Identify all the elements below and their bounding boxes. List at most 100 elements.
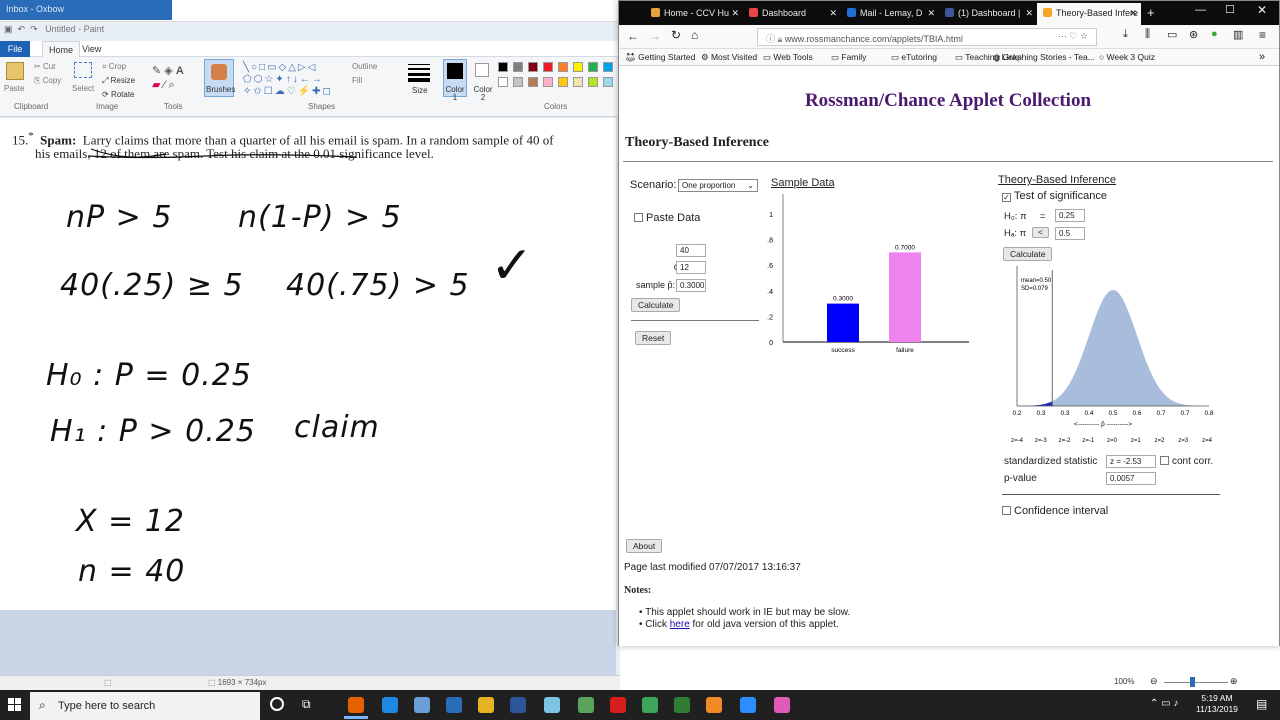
- bookmark-item[interactable]: ▭ eTutoring: [891, 52, 937, 63]
- task-view-icon[interactable]: ⧉: [302, 697, 311, 712]
- picker-icon[interactable]: ⁄: [164, 79, 166, 91]
- bookmarks-overflow-icon[interactable]: »: [1259, 51, 1265, 63]
- bookmark-item[interactable]: ▭ Web Tools: [763, 52, 813, 63]
- store-icon[interactable]: [446, 697, 462, 713]
- paint-canvas[interactable]: 15.* Spam: Larry claims that more than a…: [0, 118, 616, 610]
- home-icon[interactable]: ⌂: [691, 28, 698, 42]
- ha-operator-select[interactable]: <: [1032, 227, 1049, 238]
- tab-close-icon[interactable]: ✕: [927, 8, 935, 19]
- paste-data-toggle[interactable]: Paste Data: [634, 212, 700, 224]
- palette-color-1[interactable]: [513, 62, 523, 72]
- palette-color-13[interactable]: [573, 77, 583, 87]
- outline-button[interactable]: Outline: [352, 62, 377, 71]
- palette-color-14[interactable]: [588, 77, 598, 87]
- zoom-slider-track[interactable]: [1164, 682, 1228, 683]
- toolbar-extension-icon[interactable]: ▥: [1233, 28, 1243, 41]
- menu-icon[interactable]: ≡: [1259, 28, 1266, 42]
- bookmark-item[interactable]: ⚙ Most Visited: [701, 52, 757, 63]
- copy-button[interactable]: ⎘ Copy: [34, 76, 61, 86]
- palette-color-5[interactable]: [573, 62, 583, 72]
- itunes-icon[interactable]: [774, 697, 790, 713]
- snagit-icon[interactable]: [706, 697, 722, 713]
- bookmark-item[interactable]: ▭ Family: [831, 52, 866, 63]
- word-icon[interactable]: [510, 697, 526, 713]
- pencil-icon[interactable]: ✎: [152, 65, 161, 77]
- edge-icon[interactable]: [382, 697, 398, 713]
- count-input[interactable]: 12: [676, 261, 706, 274]
- url-bar[interactable]: ⓘ 🔒︎ www.rossmanchance.com/applets/TBIA.…: [757, 28, 1097, 46]
- browser-tab-0[interactable]: Home - CCV Hu ✕: [645, 3, 743, 25]
- select-icon[interactable]: [74, 62, 92, 78]
- bookmark-item[interactable]: ○ Week 3 Quiz: [1099, 52, 1155, 62]
- color2-swatch[interactable]: [475, 63, 489, 77]
- test-sig-checkbox[interactable]: ✓: [1002, 193, 1011, 202]
- zoom-icon[interactable]: [740, 697, 756, 713]
- extension-icon[interactable]: ●: [1211, 28, 1218, 40]
- tab-close-icon[interactable]: ✕: [1129, 8, 1137, 19]
- back-icon[interactable]: ←: [627, 29, 639, 43]
- library-icon[interactable]: ⫼: [1145, 28, 1150, 41]
- eraser-icon[interactable]: ▰: [152, 79, 160, 91]
- tab-home[interactable]: Home: [42, 41, 81, 57]
- tab-close-icon[interactable]: ✕: [731, 8, 739, 19]
- calculate-test-button[interactable]: Calculate: [1003, 247, 1053, 261]
- paste-data-checkbox[interactable]: [634, 213, 643, 222]
- file-menu[interactable]: File: [0, 41, 30, 57]
- cont-corr-toggle[interactable]: cont corr.: [1160, 456, 1213, 467]
- fill-icon[interactable]: ◈: [164, 65, 172, 77]
- browser-tab-3[interactable]: (1) Dashboard | ✕: [939, 3, 1037, 25]
- paste-button[interactable]: Paste: [4, 84, 24, 93]
- maximize-button[interactable]: ☐: [1225, 3, 1235, 16]
- save-icon[interactable]: ▣: [4, 24, 13, 34]
- palette-color-7[interactable]: [603, 62, 613, 72]
- tab-close-icon[interactable]: ✕: [1025, 8, 1033, 19]
- tab-close-icon[interactable]: ✕: [829, 8, 837, 19]
- palette-color-9[interactable]: [513, 77, 523, 87]
- opera-icon[interactable]: [610, 697, 626, 713]
- maps-icon[interactable]: [578, 697, 594, 713]
- file-explorer-icon[interactable]: [478, 697, 494, 713]
- cortana-icon[interactable]: [270, 697, 284, 711]
- shapes-gallery[interactable]: ╲○□▭◇△▷◁ ⬠⬡☆✦↑↓←→ ✧✩☐☁♡⚡✚◻: [243, 62, 343, 98]
- mail-icon[interactable]: [414, 697, 430, 713]
- cut-button[interactable]: ✂ Cut: [34, 62, 55, 71]
- palette-color-0[interactable]: [498, 62, 508, 72]
- confidence-interval-toggle[interactable]: Confidence interval: [1002, 505, 1108, 517]
- palette-color-8[interactable]: [498, 77, 508, 87]
- tab-view[interactable]: View: [82, 41, 101, 57]
- palette-color-6[interactable]: [588, 62, 598, 72]
- browser-tab-2[interactable]: Mail - Lemay, D ✕: [841, 3, 939, 25]
- select-button[interactable]: Select: [72, 84, 94, 93]
- n-input[interactable]: 40: [676, 244, 706, 257]
- palette-color-11[interactable]: [543, 77, 553, 87]
- crop-button[interactable]: ⌗ Crop: [102, 62, 126, 72]
- magnifier-icon[interactable]: ⌕: [168, 79, 174, 91]
- undo-icon[interactable]: ↶: [18, 24, 26, 34]
- bookmark-item[interactable]: ◍ Graphing Stories - Tea...: [993, 52, 1095, 63]
- palette-color-2[interactable]: [528, 62, 538, 72]
- calculate-button[interactable]: Calculate: [631, 298, 681, 312]
- notifications-icon[interactable]: ▤: [1256, 697, 1267, 711]
- java-version-link[interactable]: here: [670, 619, 690, 630]
- chrome-alt-icon[interactable]: [674, 697, 690, 713]
- phat-input[interactable]: 0.3000: [676, 279, 706, 292]
- new-tab-button[interactable]: +: [1147, 5, 1155, 20]
- scenario-select[interactable]: One proportion ⌄: [678, 179, 758, 192]
- downloads-icon[interactable]: ⤓: [1123, 28, 1128, 41]
- reset-button[interactable]: Reset: [635, 331, 672, 345]
- paste-icon[interactable]: [6, 62, 24, 80]
- reload-icon[interactable]: ↻: [671, 28, 681, 42]
- palette-color-10[interactable]: [528, 77, 538, 87]
- about-button[interactable]: About: [626, 539, 663, 553]
- zoom-in-icon[interactable]: ⊕: [1230, 676, 1238, 687]
- page-actions-icon[interactable]: ··· ♡ ☆: [1058, 31, 1088, 42]
- resize-button[interactable]: ⤢ Resize: [102, 76, 135, 86]
- firefox-icon[interactable]: [348, 697, 364, 713]
- bookmark-item[interactable]: 🦊︎ Getting Started: [625, 52, 695, 63]
- palette-color-12[interactable]: [558, 77, 568, 87]
- chrome-icon[interactable]: [642, 697, 658, 713]
- forward-icon[interactable]: →: [649, 29, 661, 43]
- fill-button[interactable]: Fill: [352, 76, 362, 85]
- rotate-button[interactable]: ⟳ Rotate: [102, 90, 135, 99]
- taskbar-clock[interactable]: 5:19 AM 11/13/2019: [1196, 693, 1238, 715]
